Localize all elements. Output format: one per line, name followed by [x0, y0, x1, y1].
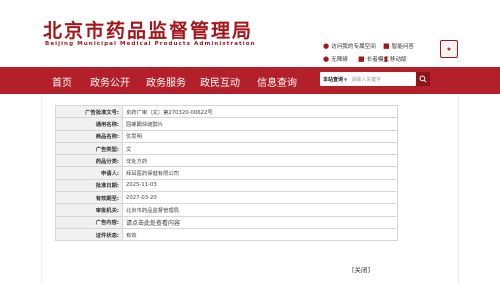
view-content-link[interactable]: 请点击此处查看内容: [122, 215, 398, 229]
mobile-icon: ▮: [384, 54, 388, 63]
search-input[interactable]: 本站查询 ▼ 请输入关键字: [320, 72, 416, 86]
elderly-icon: ■: [358, 54, 365, 63]
table-row: 有效期至: 2027-03-20: [55, 191, 398, 205]
search-button[interactable]: [416, 72, 430, 86]
nav-item-public-interaction[interactable]: 政民互动: [200, 74, 240, 89]
government-badge-logo[interactable]: ★: [440, 40, 458, 58]
row-label: 有效期至:: [55, 191, 123, 205]
row-value: 北京市药品监督管理局: [122, 203, 398, 217]
smart-qa-link[interactable]: ■ 智能问答: [383, 42, 414, 50]
row-label: 批准日期:: [55, 178, 123, 193]
user-icon: ●: [323, 41, 330, 50]
close-link[interactable]: [关闭]: [352, 264, 370, 274]
row-label: 申请人:: [55, 166, 123, 180]
mobile-version-label: 移动版: [389, 57, 407, 63]
row-label: 证件状态:: [55, 227, 123, 242]
site-header: 北京市药品监督管理局 Beijing Municipal Medical Pro…: [0, 0, 500, 67]
site-subtitle: Beijing Municipal Medical Products Admin…: [45, 41, 256, 47]
row-value: 2025-11-03: [122, 178, 398, 193]
row-label: 广告类型:: [55, 141, 123, 156]
robot-icon: ■: [383, 41, 390, 50]
ad-detail-table: 广告批准文号: 京药广审（文）第270320-00622号 通用名称: 屈螺酮炔…: [55, 104, 398, 242]
nav-item-info-query[interactable]: 信息查询: [257, 74, 297, 89]
table-row: 审批机关: 北京市药品监督管理局: [55, 203, 398, 217]
row-value: 优思明: [122, 129, 398, 143]
row-value: 京药广审（文）第270320-00622号: [122, 104, 398, 119]
table-row: 药品分类: 非处方药: [55, 154, 398, 168]
nav-item-government-affairs[interactable]: 政务公开: [90, 74, 130, 89]
accessibility-link[interactable]: ● 无障碍: [323, 55, 348, 63]
row-label: 广告批准文号:: [55, 104, 123, 119]
table-row: 申请人: 拜耳医药保健有限公司: [55, 166, 398, 180]
nav-item-home[interactable]: 首页: [52, 74, 72, 89]
table-row: 证件状态: 有效: [55, 227, 398, 242]
row-label: 广告内容:: [55, 215, 123, 229]
row-value: 非处方药: [122, 154, 398, 168]
row-label: 通用名称:: [55, 117, 123, 131]
accessibility-label: 无障碍: [331, 57, 348, 63]
row-value: 屈螺酮炔雌醇片: [122, 117, 398, 131]
row-label: 药品分类:: [55, 154, 123, 168]
search-scope-select[interactable]: 本站查询: [320, 76, 343, 83]
search-placeholder: 请输入关键字: [351, 76, 382, 83]
table-row: 商品名称: 优思明: [55, 129, 398, 143]
mobile-version-link[interactable]: ▮ 移动版: [384, 55, 407, 63]
nav-item-government-services[interactable]: 政务服务: [146, 74, 186, 89]
personal-space-label: 访问我的专属空间: [331, 44, 376, 50]
search-icon: [419, 75, 427, 83]
row-value: 有效: [122, 227, 398, 242]
site-title[interactable]: 北京市药品监督管理局: [43, 16, 253, 43]
row-value: 文: [122, 141, 398, 156]
row-label: 审批机关:: [55, 203, 123, 217]
table-row: 广告类型: 文: [55, 141, 398, 156]
personal-space-link[interactable]: ● 访问我的专属空间: [323, 42, 376, 50]
table-row: 批准日期: 2025-11-03: [55, 178, 398, 193]
accessibility-icon: ●: [323, 54, 330, 63]
smart-qa-label: 智能问答: [391, 44, 415, 50]
table-row: 通用名称: 屈螺酮炔雌醇片: [55, 117, 398, 131]
chevron-down-icon: ▼: [344, 76, 348, 82]
table-row: 广告内容: 请点击此处查看内容: [55, 215, 398, 229]
row-label: 商品名称:: [55, 129, 123, 143]
table-row: 广告批准文号: 京药广审（文）第270320-00622号: [55, 104, 398, 119]
row-value: 2027-03-20: [122, 191, 398, 205]
badge-glyph: ★: [446, 45, 452, 53]
row-value: 拜耳医药保健有限公司: [122, 166, 398, 180]
